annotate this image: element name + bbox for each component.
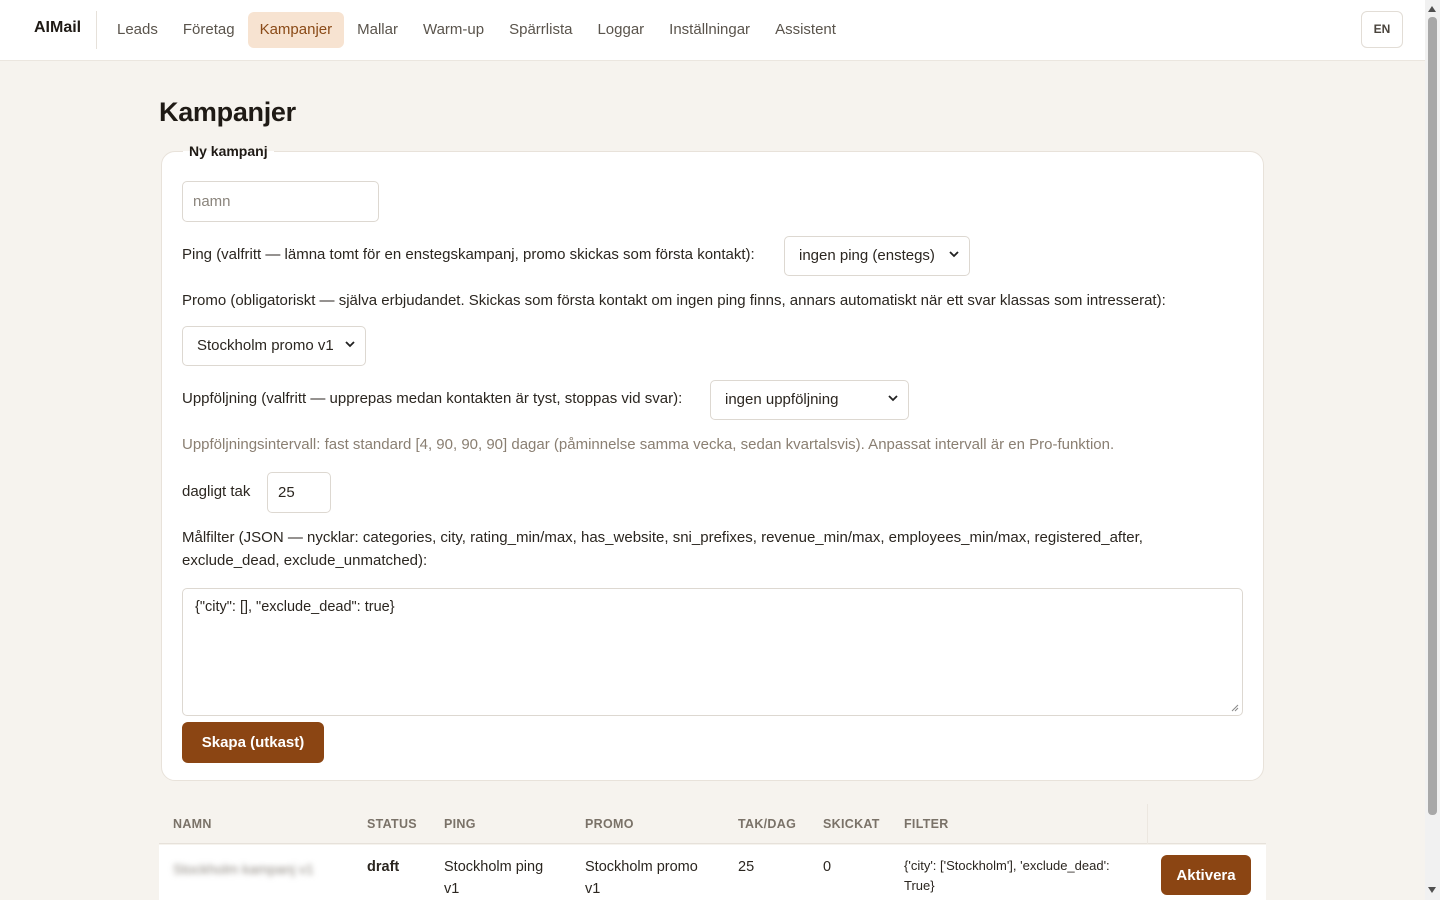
- sent-count-cell: 0: [823, 859, 832, 875]
- campaign-name-redacted[interactable]: Stockholm kampanj v1: [173, 859, 338, 887]
- nav-item-sparrlista[interactable]: Spärrlista: [497, 12, 584, 48]
- top-navigation-bar: AIMail Leads Företag Kampanjer Mallar Wa…: [0, 0, 1425, 61]
- column-header-promo[interactable]: PROMO: [585, 817, 634, 831]
- campaign-name-input[interactable]: [182, 181, 379, 222]
- scroll-up-arrow-icon[interactable]: [1428, 6, 1436, 12]
- scroll-down-arrow-icon[interactable]: [1428, 887, 1436, 893]
- nav-item-loggar[interactable]: Loggar: [585, 12, 656, 48]
- promo-cell-line2: v1: [585, 881, 601, 897]
- target-filter-label-line1: Målfilter (JSON — nycklar: categories, c…: [182, 529, 1143, 546]
- scrollbar-thumb[interactable]: [1428, 17, 1437, 815]
- activate-button[interactable]: Aktivera: [1161, 855, 1251, 895]
- resize-grip-icon[interactable]: [1231, 704, 1239, 712]
- main-nav: Leads Företag Kampanjer Mallar Warm-up S…: [105, 12, 849, 48]
- column-header-ping[interactable]: PING: [444, 817, 476, 831]
- table-row: Stockholm kampanj v1 draft Stockholm pin…: [159, 845, 1266, 900]
- ping-cell-line2: v1: [444, 881, 460, 897]
- column-divider: [1147, 804, 1148, 844]
- column-header-skickat[interactable]: SKICKAT: [823, 817, 880, 831]
- target-filter-textarea[interactable]: {"city": [], "exclude_dead": true}: [182, 588, 1243, 716]
- target-filter-value: {"city": [], "exclude_dead": true}: [195, 599, 395, 615]
- filter-cell-line1: {'city': ['Stockholm'], 'exclude_dead':: [904, 858, 1110, 873]
- promo-select[interactable]: Stockholm promo v1: [182, 326, 366, 366]
- brand-logo[interactable]: AIMail: [34, 19, 81, 37]
- campaign-table: NAMN STATUS PING PROMO TAK/DAG SKICKAT F…: [159, 804, 1266, 900]
- language-toggle-button[interactable]: EN: [1361, 11, 1403, 48]
- daily-cap-input[interactable]: [267, 472, 331, 513]
- nav-item-warm-up[interactable]: Warm-up: [411, 12, 496, 48]
- followup-label: Uppföljning (valfritt — upprepas medan k…: [182, 390, 683, 407]
- target-filter-label-line2: exclude_dead, exclude_unmatched):: [182, 552, 428, 569]
- promo-select-value: Stockholm promo v1: [197, 337, 334, 354]
- chevron-down-icon: [949, 251, 959, 258]
- ping-label: Ping (valfritt — lämna tomt för en enste…: [182, 246, 755, 263]
- create-draft-button[interactable]: Skapa (utkast): [182, 722, 324, 763]
- followup-interval-hint: Uppföljningsintervall: fast standard [4,…: [182, 436, 1115, 453]
- column-header-filter[interactable]: FILTER: [904, 817, 949, 831]
- nav-item-assistent[interactable]: Assistent: [763, 12, 848, 48]
- daily-cap-cell: 25: [738, 859, 755, 875]
- nav-item-installningar[interactable]: Inställningar: [657, 12, 762, 48]
- nav-item-kampanjer[interactable]: Kampanjer: [247, 12, 345, 48]
- page-title: Kampanjer: [159, 97, 296, 127]
- chevron-down-icon: [888, 395, 898, 402]
- promo-cell-line1: Stockholm promo: [585, 859, 698, 875]
- column-header-tak-dag[interactable]: TAK/DAG: [738, 817, 796, 831]
- table-header: NAMN STATUS PING PROMO TAK/DAG SKICKAT F…: [159, 804, 1266, 844]
- brand-divider: [96, 11, 97, 49]
- page-scrollbar[interactable]: [1425, 0, 1440, 900]
- followup-select-value: ingen uppföljning: [725, 391, 839, 408]
- column-header-namn[interactable]: NAMN: [173, 817, 212, 831]
- filter-cell-line2: True}: [904, 878, 935, 893]
- nav-item-foretag[interactable]: Företag: [171, 12, 247, 48]
- daily-cap-label: dagligt tak: [182, 483, 251, 500]
- nav-item-leads[interactable]: Leads: [105, 12, 170, 48]
- page: AIMail Leads Företag Kampanjer Mallar Wa…: [0, 0, 1440, 900]
- column-header-status[interactable]: STATUS: [367, 817, 417, 831]
- nav-item-mallar[interactable]: Mallar: [345, 12, 410, 48]
- new-campaign-legend: Ny kampanj: [183, 143, 274, 159]
- ping-select-value: ingen ping (enstegs): [799, 247, 935, 264]
- status-badge: draft: [367, 859, 400, 875]
- promo-label: Promo (obligatoriskt — själva erbjudande…: [182, 292, 1166, 309]
- followup-select[interactable]: ingen uppföljning: [710, 380, 909, 420]
- chevron-down-icon: [345, 341, 355, 348]
- ping-cell-line1: Stockholm ping: [444, 859, 544, 875]
- ping-select[interactable]: ingen ping (enstegs): [784, 236, 970, 276]
